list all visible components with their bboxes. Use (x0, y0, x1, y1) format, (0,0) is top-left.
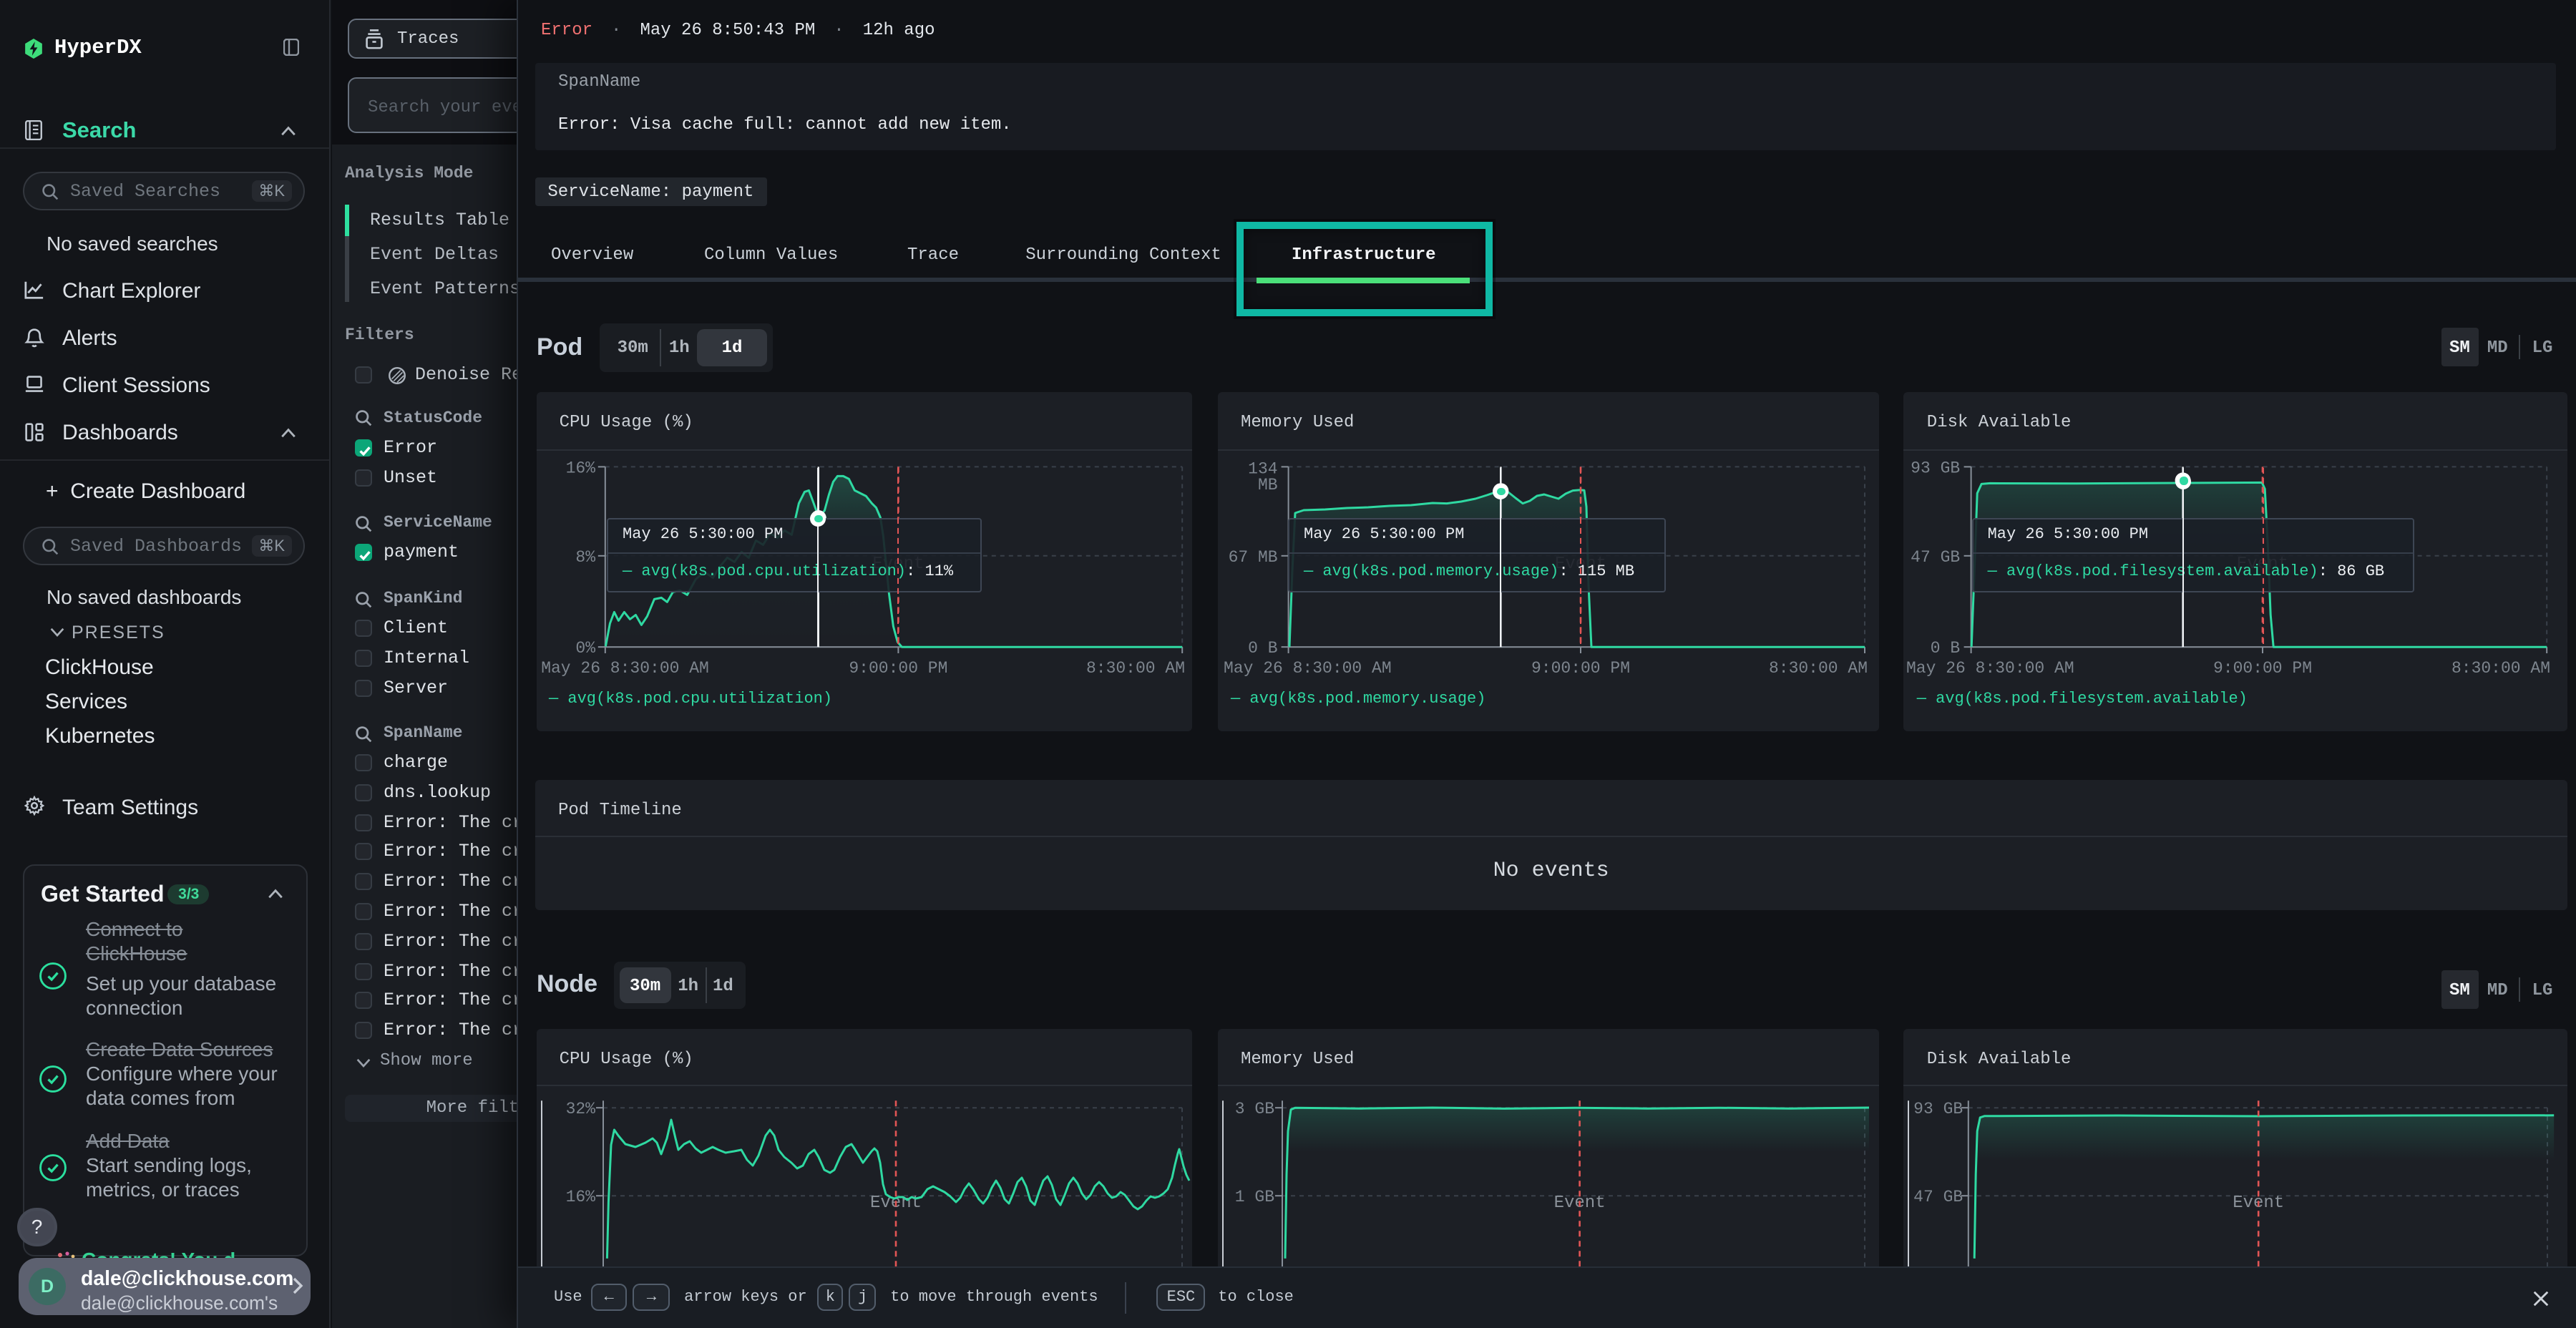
svg-text:93 GB: 93 GB (1911, 459, 1961, 478)
svg-text:1 GB: 1 GB (1235, 1187, 1274, 1206)
svg-text:8:30:00 AM: 8:30:00 AM (2452, 660, 2551, 678)
svg-text:0 B: 0 B (1931, 640, 1961, 658)
svg-text:32%: 32% (565, 1099, 595, 1118)
svg-text:9:00:00 PM: 9:00:00 PM (849, 660, 947, 678)
svg-text:16%: 16% (565, 1187, 595, 1206)
svg-text:0%: 0% (575, 640, 595, 658)
svg-text:8:30:00 AM: 8:30:00 AM (1086, 660, 1185, 678)
svg-text:3 GB: 3 GB (1235, 1099, 1274, 1118)
svg-text:0 B: 0 B (1248, 640, 1277, 658)
svg-text:May 26 8:30:00 AM: May 26 8:30:00 AM (541, 660, 709, 678)
svg-text:9:00:00 PM: 9:00:00 PM (1531, 660, 1630, 678)
svg-text:May 26 8:30:00 AM: May 26 8:30:00 AM (1907, 660, 2075, 678)
svg-text:93 GB: 93 GB (1914, 1099, 1963, 1118)
svg-text:MB: MB (1258, 476, 1278, 494)
svg-text:16%: 16% (565, 459, 595, 478)
svg-text:67 MB: 67 MB (1229, 548, 1278, 567)
svg-text:8:30:00 AM: 8:30:00 AM (1769, 660, 1868, 678)
svg-text:47 GB: 47 GB (1914, 1187, 1963, 1206)
svg-text:8%: 8% (575, 548, 595, 567)
svg-text:9:00:00 PM: 9:00:00 PM (2214, 660, 2313, 678)
svg-text:May 26 8:30:00 AM: May 26 8:30:00 AM (1224, 660, 1392, 678)
svg-text:47 GB: 47 GB (1911, 548, 1961, 567)
